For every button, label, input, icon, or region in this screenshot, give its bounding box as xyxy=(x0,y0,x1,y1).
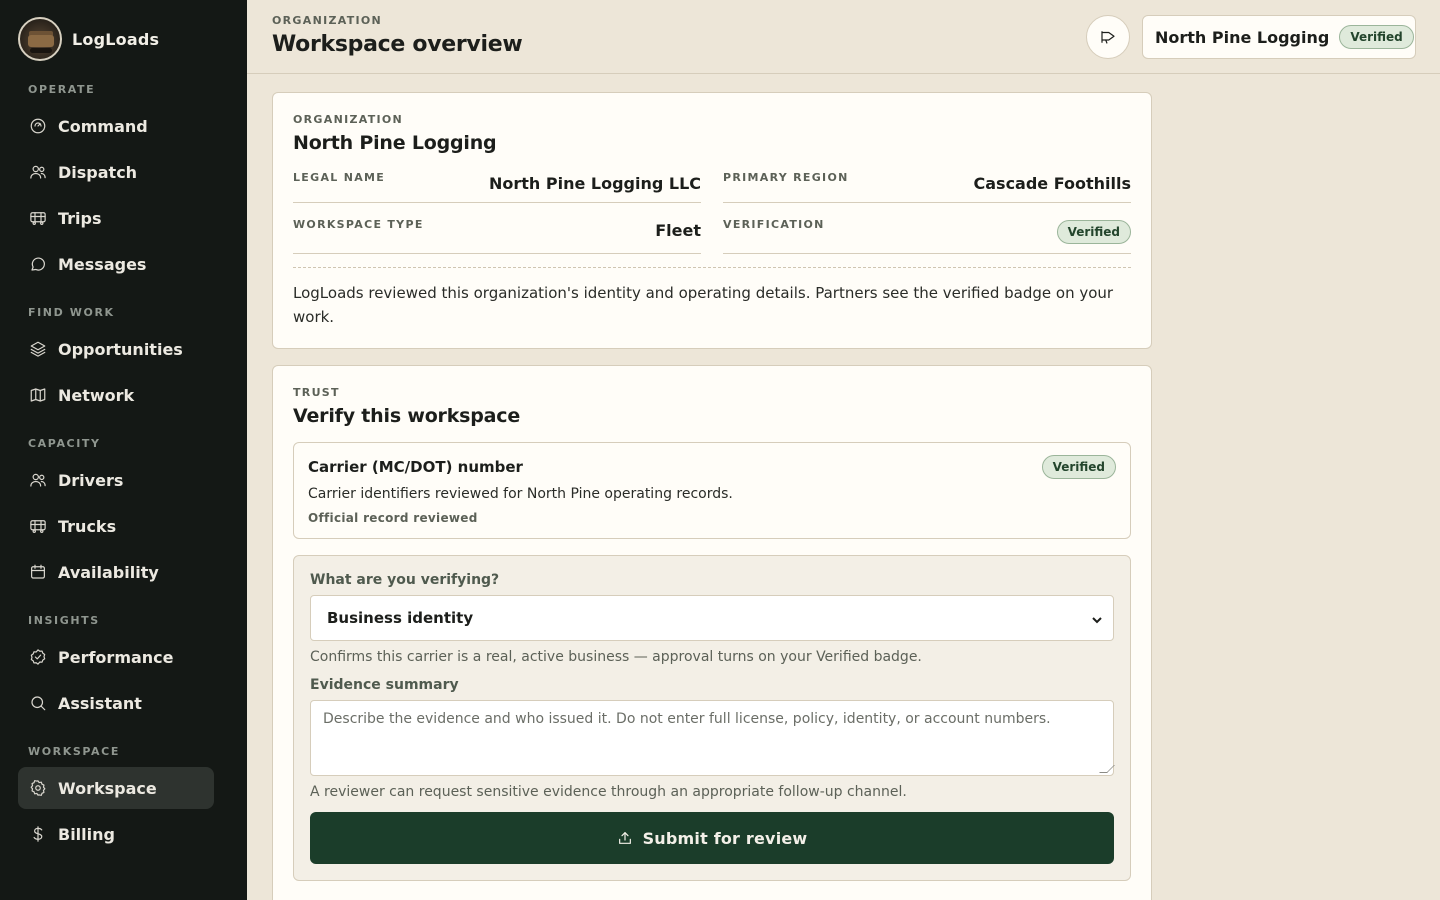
sidebar-item-label: Trips xyxy=(58,208,102,228)
nav-section-operate: OPERATE xyxy=(28,83,96,96)
sidebar-item-label: Opportunities xyxy=(58,339,183,359)
verify-type-selected: Business identity xyxy=(327,609,474,627)
chevron-down-icon xyxy=(1091,612,1103,624)
resize-handle[interactable] xyxy=(1099,765,1115,773)
org-switcher[interactable]: North Pine Logging Verified xyxy=(1142,15,1416,59)
submit-for-review-button[interactable]: Submit for review xyxy=(310,812,1114,864)
carrier-status: Official record reviewed xyxy=(308,511,478,525)
brand-name: LogLoads xyxy=(72,29,160,49)
carrier-number-item: Carrier (MC/DOT) number Verified Carrier… xyxy=(293,442,1131,539)
field-primary-region: PRIMARY REGION Cascade Foothills xyxy=(723,169,1131,203)
evidence-summary-input[interactable]: Describe the evidence and who issued it.… xyxy=(310,700,1115,776)
org-verified-badge: Verified xyxy=(1339,25,1414,49)
sidebar-item-messages[interactable]: Messages xyxy=(18,243,214,285)
sidebar-item-label: Network xyxy=(58,385,135,405)
sidebar-item-label: Assistant xyxy=(58,693,142,713)
sidebar-item-drivers[interactable]: Drivers xyxy=(18,459,214,501)
sidebar-item-label: Performance xyxy=(58,647,174,667)
sidebar-item-workspace[interactable]: Workspace xyxy=(18,767,214,809)
sidebar-item-label: Trucks xyxy=(58,516,117,536)
truck-icon xyxy=(28,517,47,536)
nav-section-find-work: FIND WORK xyxy=(28,306,115,319)
nav-section-insights: INSIGHTS xyxy=(28,614,100,627)
field-label: LEGAL NAME xyxy=(293,171,386,184)
carrier-verified-badge: Verified xyxy=(1041,455,1116,479)
message-icon xyxy=(28,255,47,274)
users-icon xyxy=(28,471,47,490)
verification-form: What are you verifying? Business identit… xyxy=(293,555,1131,881)
sidebar-item-trucks[interactable]: Trucks xyxy=(18,505,214,547)
field-label: PRIMARY REGION xyxy=(723,171,849,184)
search-icon xyxy=(28,694,47,713)
org-card-eyebrow: ORGANIZATION xyxy=(293,113,404,126)
gear-icon xyxy=(28,779,47,798)
dollar-icon xyxy=(28,825,47,844)
field-workspace-type: WORKSPACE TYPE Fleet xyxy=(293,216,701,254)
verify-type-label: What are you verifying? xyxy=(310,572,500,588)
verification-badge: Verified xyxy=(1056,220,1131,244)
trust-card-title: Verify this workspace xyxy=(293,405,521,427)
page-header: ORGANIZATION Workspace overview North Pi… xyxy=(247,0,1440,74)
logo xyxy=(18,17,62,61)
sidebar-item-assistant[interactable]: Assistant xyxy=(18,682,214,724)
evidence-summary-label: Evidence summary xyxy=(310,677,459,693)
nav-section-workspace: WORKSPACE xyxy=(28,745,120,758)
field-legal-name: LEGAL NAME North Pine Logging LLC xyxy=(293,169,701,203)
sidebar-item-network[interactable]: Network xyxy=(18,374,214,416)
divider xyxy=(293,267,1131,268)
sidebar-item-billing[interactable]: Billing xyxy=(18,813,214,855)
field-label: WORKSPACE TYPE xyxy=(293,218,424,231)
field-value: Cascade Foothills xyxy=(973,174,1132,193)
sidebar-item-label: Command xyxy=(58,116,148,136)
sidebar-item-trips[interactable]: Trips xyxy=(18,197,214,239)
truck-icon xyxy=(28,209,47,228)
sidebar-item-label: Drivers xyxy=(58,470,124,490)
sidebar-item-label: Availability xyxy=(58,562,159,582)
submit-label: Submit for review xyxy=(642,828,808,848)
command-icon xyxy=(28,117,47,136)
sidebar-item-label: Billing xyxy=(58,824,115,844)
badge-check-icon xyxy=(28,648,47,667)
sidebar-item-command[interactable]: Command xyxy=(18,105,214,147)
sidebar-item-performance[interactable]: Performance xyxy=(18,636,214,678)
sidebar-item-label: Dispatch xyxy=(58,162,138,182)
page-title: Workspace overview xyxy=(272,32,523,57)
field-label: VERIFICATION xyxy=(723,218,825,231)
megaphone-icon xyxy=(1099,28,1117,46)
announcements-button[interactable] xyxy=(1086,15,1130,59)
trust-card: TRUST Verify this workspace Carrier (MC/… xyxy=(272,365,1152,900)
upload-icon xyxy=(617,830,633,846)
sidebar-item-label: Messages xyxy=(58,254,147,274)
sidebar-item-opportunities[interactable]: Opportunities xyxy=(18,328,214,370)
nav-section-capacity: CAPACITY xyxy=(28,437,101,450)
org-chip-name: North Pine Logging xyxy=(1155,27,1330,47)
map-icon xyxy=(28,386,47,405)
header-eyebrow: ORGANIZATION xyxy=(272,14,383,27)
layers-icon xyxy=(28,340,47,359)
trust-card-eyebrow: TRUST xyxy=(293,386,340,399)
sidebar-item-availability[interactable]: Availability xyxy=(18,551,214,593)
carrier-description: Carrier identifiers reviewed for North P… xyxy=(308,486,733,502)
verify-type-hint: Confirms this carrier is a real, active … xyxy=(310,649,922,665)
org-card-description: LogLoads reviewed this organization's id… xyxy=(293,284,1114,326)
organization-card: ORGANIZATION North Pine Logging LEGAL NA… xyxy=(272,92,1152,349)
sidebar-item-dispatch[interactable]: Dispatch xyxy=(18,151,214,193)
evidence-hint: A reviewer can request sensitive evidenc… xyxy=(310,784,907,800)
org-card-title: North Pine Logging xyxy=(293,132,497,154)
brand[interactable]: LogLoads xyxy=(18,17,159,61)
carrier-title: Carrier (MC/DOT) number xyxy=(308,458,523,476)
evidence-placeholder: Describe the evidence and who issued it.… xyxy=(323,711,1051,727)
field-value: North Pine Logging LLC xyxy=(488,174,701,193)
field-verification: VERIFICATION Verified xyxy=(723,216,1131,254)
verify-type-select[interactable]: Business identity xyxy=(310,595,1114,641)
field-value: Fleet xyxy=(655,221,701,240)
sidebar-item-label: Workspace xyxy=(58,778,157,798)
calendar-icon xyxy=(28,563,47,582)
sidebar: LogLoads OPERATE Command Dispatch Trips … xyxy=(0,0,247,900)
users-icon xyxy=(28,163,47,182)
